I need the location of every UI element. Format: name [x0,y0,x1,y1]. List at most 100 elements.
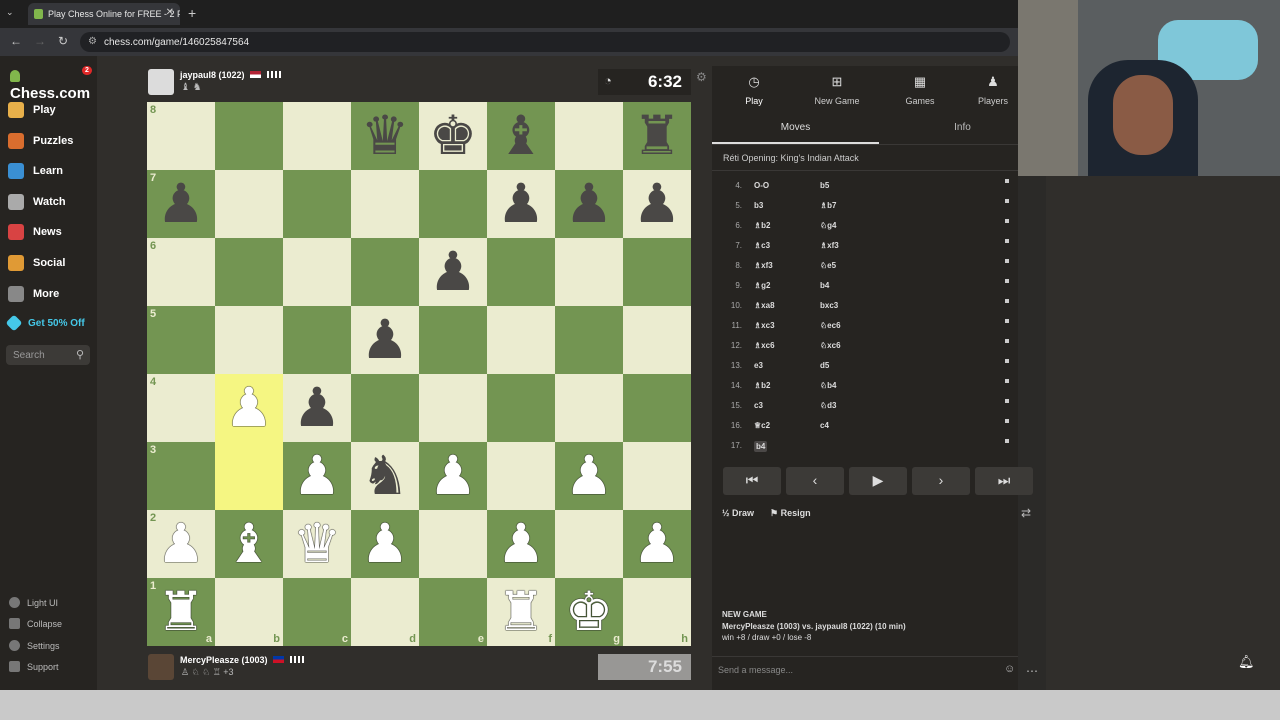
support-link[interactable]: Support [9,661,59,672]
black-piece-f8[interactable]: ♝ [487,102,555,170]
black-piece-e8[interactable]: ♚ [419,102,487,170]
resign-button[interactable]: ⚑ Resign [770,508,811,519]
browser-tab[interactable]: Play Chess Online for FREE - 2 Pl ✕ [28,3,180,25]
black-piece-h8[interactable]: ♜ [623,102,691,170]
search-input[interactable]: Search ⚲ [6,345,90,365]
square-d4[interactable] [351,374,419,442]
black-move[interactable]: d5 [820,361,829,370]
white-piece-b2[interactable]: ♝ [215,510,283,578]
subtab-moves[interactable]: Moves [712,118,879,144]
sidebar-item-social[interactable]: Social [8,252,65,274]
chess-logo[interactable]: Chess.com 2 [10,66,97,102]
black-move[interactable]: ♘ec6 [820,321,841,330]
white-move[interactable]: c3 [754,401,763,410]
square-h5[interactable] [623,306,691,374]
square-g5[interactable] [555,306,623,374]
next-move-button[interactable]: › [912,467,970,495]
search-icon[interactable]: ⚲ [76,348,84,361]
square-h6[interactable] [623,238,691,306]
new-tab-icon[interactable]: + [188,5,196,21]
square-a3[interactable]: 3 [147,442,215,510]
chat-input[interactable]: Send a message... ☺ [712,656,1018,684]
close-tab-icon[interactable]: ✕ [166,7,174,18]
square-a4[interactable]: 4 [147,374,215,442]
prev-move-button[interactable]: ‹ [786,467,844,495]
white-piece-a2[interactable]: ♟ [147,510,215,578]
square-a8[interactable]: 8 [147,102,215,170]
white-move[interactable]: ♗b2 [754,221,771,230]
tab-players[interactable]: ♟ Players [968,74,1018,106]
chess-board[interactable]: 8 7 6 5 4 3 2 1 a b c d e f g h ♛ ♚ ♝ ♜ ♟ ♟ ♟ ♟ ♟ ♟ ♟ ♟ ♟ ♞ ♟ ♟ ♟ ♝ ♛ ♟ ♟ ♟ ♜ ♜… [147,102,691,646]
black-piece-d5[interactable]: ♟ [351,306,419,374]
back-icon[interactable]: ← [10,34,22,48]
square-h3[interactable] [623,442,691,510]
black-piece-e6[interactable]: ♟ [419,238,487,306]
square-e1[interactable]: e [419,578,487,646]
square-b8[interactable] [215,102,283,170]
forward-icon[interactable]: → [34,34,46,48]
black-move[interactable]: bxc3 [820,301,838,310]
square-g4[interactable] [555,374,623,442]
white-move[interactable]: ♕c2 [754,421,770,430]
square-b6[interactable] [215,238,283,306]
square-a6[interactable]: 6 [147,238,215,306]
top-player-avatar[interactable] [148,69,174,95]
white-move[interactable]: b3 [754,201,763,210]
draw-button[interactable]: ½ Draw [722,508,754,518]
bell-icon[interactable]: 🔔︎ [1238,654,1255,670]
square-f5[interactable] [487,306,555,374]
tab-play[interactable]: ◷ Play [719,74,789,106]
white-piece-b4[interactable]: ♟ [215,374,283,442]
sidebar-item-play[interactable]: Play [8,99,56,121]
white-piece-f1[interactable]: ♜ [487,578,555,646]
square-e2[interactable] [419,510,487,578]
black-move[interactable]: b4 [820,281,829,290]
black-piece-c4[interactable]: ♟ [283,374,351,442]
square-d1[interactable]: d [351,578,419,646]
site-info-icon[interactable]: ⚙ [88,36,97,47]
emoji-icon[interactable]: ☺ [1004,663,1015,675]
black-move[interactable]: ♘e5 [820,261,836,270]
square-c6[interactable] [283,238,351,306]
square-b3[interactable] [215,442,283,510]
white-move[interactable]: ♗xa8 [754,301,775,310]
collapse-button[interactable]: Collapse [9,618,62,629]
white-move[interactable]: ♗xc6 [754,341,775,350]
square-d7[interactable] [351,170,419,238]
square-h1[interactable]: h [623,578,691,646]
url-field[interactable]: ⚙ chess.com/game/146025847564 [80,32,1010,52]
tab-games[interactable]: ▦ Games [885,74,955,106]
white-move[interactable]: O-O [754,181,769,190]
black-piece-d8[interactable]: ♛ [351,102,419,170]
square-f4[interactable] [487,374,555,442]
white-move[interactable]: ♗xc3 [754,321,775,330]
first-move-button[interactable]: ⏮ [723,467,781,495]
bottom-player-avatar[interactable] [148,654,174,680]
black-move[interactable]: c4 [820,421,829,430]
square-c5[interactable] [283,306,351,374]
white-move[interactable]: ♗xf3 [754,261,773,270]
white-move[interactable]: ♗b2 [754,381,771,390]
sidebar-item-learn[interactable]: Learn [8,160,63,182]
white-piece-f2[interactable]: ♟ [487,510,555,578]
square-b5[interactable] [215,306,283,374]
black-piece-h7[interactable]: ♟ [623,170,691,238]
square-d6[interactable] [351,238,419,306]
square-f3[interactable] [487,442,555,510]
black-move[interactable]: ♘b4 [820,381,837,390]
black-piece-f7[interactable]: ♟ [487,170,555,238]
settings-link[interactable]: Settings [9,640,60,651]
square-h4[interactable] [623,374,691,442]
white-piece-h2[interactable]: ♟ [623,510,691,578]
white-piece-d2[interactable]: ♟ [351,510,419,578]
reload-icon[interactable]: ↻ [58,34,68,48]
square-e4[interactable] [419,374,487,442]
sidebar-item-more[interactable]: More [8,283,59,305]
square-e7[interactable] [419,170,487,238]
square-g6[interactable] [555,238,623,306]
black-move[interactable]: ♗b7 [820,201,837,210]
black-piece-g7[interactable]: ♟ [555,170,623,238]
play-moves-button[interactable]: ▶ [849,467,907,495]
bottom-player-info[interactable]: MercyPleasze (1003) [180,655,304,665]
white-piece-e3[interactable]: ♟ [419,442,487,510]
